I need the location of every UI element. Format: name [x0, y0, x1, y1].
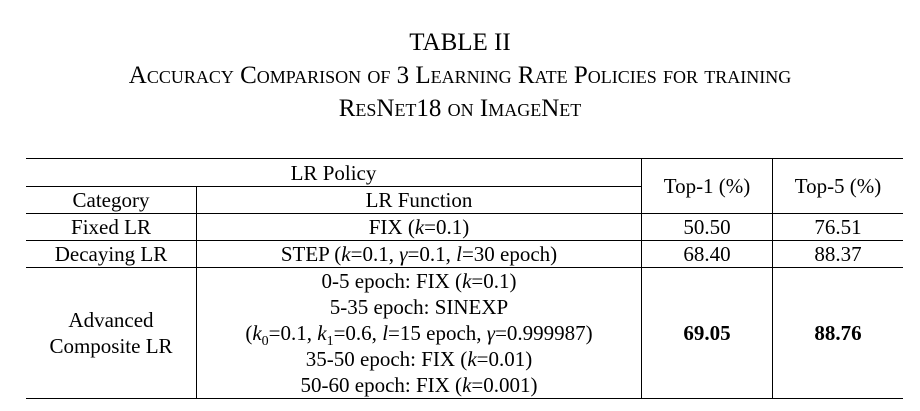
row-lr-function: 0-5 epoch: FIX (k=0.1) 5-35 epoch: SINEX…	[196, 267, 642, 399]
row-lr-function: STEP (k=0.1, γ=0.1, l=30 epoch)	[196, 240, 642, 268]
table-row: Decaying LR STEP (k=0.1, γ=0.1, l=30 epo…	[26, 240, 903, 268]
row-top1: 69.05	[641, 267, 773, 399]
row-top5: 88.76	[772, 267, 903, 399]
accuracy-table: LR Policy Top-1 (%) Top-5 (%) Category L…	[26, 158, 903, 399]
row-lr-function: FIX (k=0.1)	[196, 213, 642, 241]
row-top5: 76.51	[772, 213, 903, 241]
row-category: Advanced Composite LR	[26, 267, 197, 399]
row-top1: 50.50	[641, 213, 773, 241]
table-caption-line1: Accuracy Comparison of 3 Learning Rate P…	[128, 62, 792, 89]
header-top5: Top-5 (%)	[772, 158, 903, 214]
header-lr-policy: LR Policy	[26, 158, 642, 187]
category-line: Advanced	[68, 308, 154, 332]
header-lr-function: LR Function	[196, 186, 642, 214]
table-row: Advanced Composite LR 0-5 epoch: FIX (k=…	[26, 267, 903, 399]
row-top1: 68.40	[641, 240, 773, 268]
header-top1: Top-1 (%)	[641, 158, 773, 214]
row-top5: 88.37	[772, 240, 903, 268]
row-category: Fixed LR	[26, 213, 197, 241]
header-category: Category	[26, 186, 197, 214]
function-line: (k0=0.1, k1=0.6, l=15 epoch, γ=0.999987)	[245, 321, 593, 350]
table-caption-line2: ResNet18 on ImageNet	[338, 95, 582, 122]
table-label: TABLE II	[409, 29, 511, 56]
table-row: Fixed LR FIX (k=0.1) 50.50 76.51	[26, 213, 903, 241]
function-line: 0-5 epoch: FIX (k=0.1)	[321, 269, 517, 293]
function-line: 50-60 epoch: FIX (k=0.001)	[300, 373, 538, 397]
row-category: Decaying LR	[26, 240, 197, 268]
category-line: Composite LR	[49, 334, 173, 358]
function-line: 35-50 epoch: FIX (k=0.01)	[305, 347, 533, 371]
function-line: 5-35 epoch: SINEXP	[329, 295, 509, 319]
